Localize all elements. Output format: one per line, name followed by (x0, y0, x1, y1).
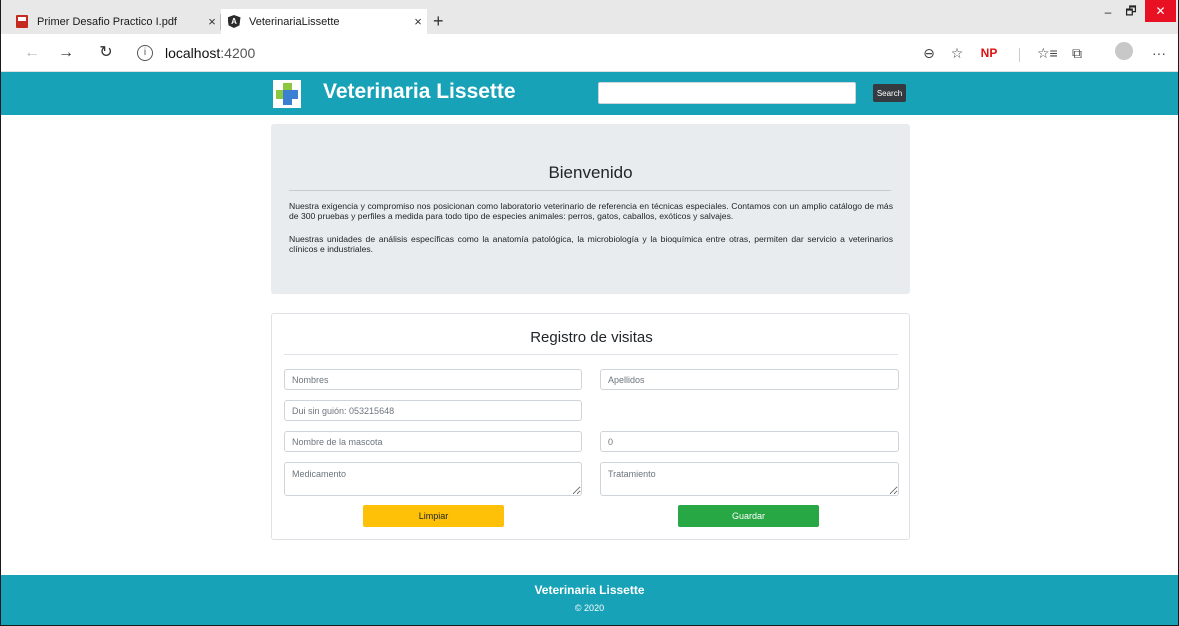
close-window-button[interactable]: ✕ (1145, 0, 1176, 22)
brand-name[interactable]: Veterinaria Lissette (323, 80, 516, 104)
welcome-jumbotron: Bienvenido Nuestra exigencia y compromis… (271, 124, 910, 294)
favorite-star-icon[interactable]: ☆ (947, 44, 967, 62)
address-bar[interactable]: i localhost:4200 (131, 40, 981, 66)
apellidos-field[interactable] (600, 369, 899, 390)
number-field[interactable] (600, 431, 899, 452)
angular-icon: A (227, 15, 241, 29)
tab-pdf[interactable]: Primer Desafio Practico I.pdf × (9, 9, 221, 34)
visit-registration-form: Registro de visitas Limpiar Guardar (271, 313, 910, 540)
tratamiento-field[interactable] (600, 462, 899, 496)
pdf-icon (15, 15, 29, 29)
url-port: :4200 (220, 45, 256, 61)
refresh-icon[interactable]: ↻ (95, 43, 117, 63)
save-button[interactable]: Guardar (678, 505, 819, 527)
favorites-icon[interactable]: ☆≡ (1037, 44, 1058, 62)
welcome-title: Bienvenido (548, 163, 633, 182)
collections-icon[interactable]: ⧉ (1067, 44, 1087, 62)
site-info-icon[interactable]: i (137, 45, 153, 61)
medical-cross-logo-icon[interactable] (273, 80, 301, 108)
pet-name-field[interactable] (284, 431, 582, 452)
medicamento-field[interactable] (284, 462, 582, 496)
back-icon[interactable]: ← (21, 43, 43, 63)
toolbar-divider (1019, 48, 1020, 62)
footer-copyright: © 2020 (574, 603, 605, 613)
divider (289, 190, 891, 191)
new-tab-button[interactable]: + (433, 12, 444, 30)
more-icon[interactable]: ··· (1149, 44, 1169, 62)
site-navbar: Veterinaria Lissette (1, 72, 1178, 115)
divider (284, 354, 898, 355)
browser-toolbar: ← → ↻ i localhost:4200 ⊖ ☆ NP ☆≡ ⧉ ··· (1, 34, 1178, 72)
search-button[interactable]: Search (873, 84, 906, 102)
tab-veterinaria[interactable]: A VeterinariaLissette × (221, 9, 427, 34)
search-input[interactable] (598, 82, 856, 104)
profile-avatar-icon[interactable] (1115, 42, 1133, 60)
welcome-paragraph-1: Nuestra exigencia y compromiso nos posic… (289, 201, 893, 221)
welcome-paragraph-2: Nuestras unidades de análisis específica… (289, 234, 893, 254)
nombres-field[interactable] (284, 369, 582, 390)
site-footer: Veterinaria Lissette © 2020 (1, 575, 1178, 625)
footer-brand: Veterinaria Lissette (534, 583, 645, 597)
tab-title: VeterinariaLissette (249, 15, 340, 28)
maximize-button[interactable]: 🗗 (1119, 0, 1143, 24)
extension-icon[interactable]: NP (977, 44, 1001, 62)
url-text: localhost:4200 (165, 45, 255, 61)
clear-button[interactable]: Limpiar (363, 505, 504, 527)
tab-strip: Primer Desafio Practico I.pdf × A Veteri… (1, 0, 1178, 34)
close-tab-icon[interactable]: × (409, 14, 427, 29)
tab-title: Primer Desafio Practico I.pdf (37, 15, 177, 28)
forward-icon[interactable]: → (55, 43, 77, 63)
close-tab-icon[interactable]: × (203, 14, 221, 29)
url-host: localhost (165, 45, 221, 61)
minimize-button[interactable]: – (1097, 0, 1119, 24)
form-title: Registro de visitas (530, 329, 653, 346)
dui-field[interactable] (284, 400, 582, 421)
browser-window: Primer Desafio Practico I.pdf × A Veteri… (0, 0, 1179, 626)
zoom-icon[interactable]: ⊖ (919, 44, 939, 62)
